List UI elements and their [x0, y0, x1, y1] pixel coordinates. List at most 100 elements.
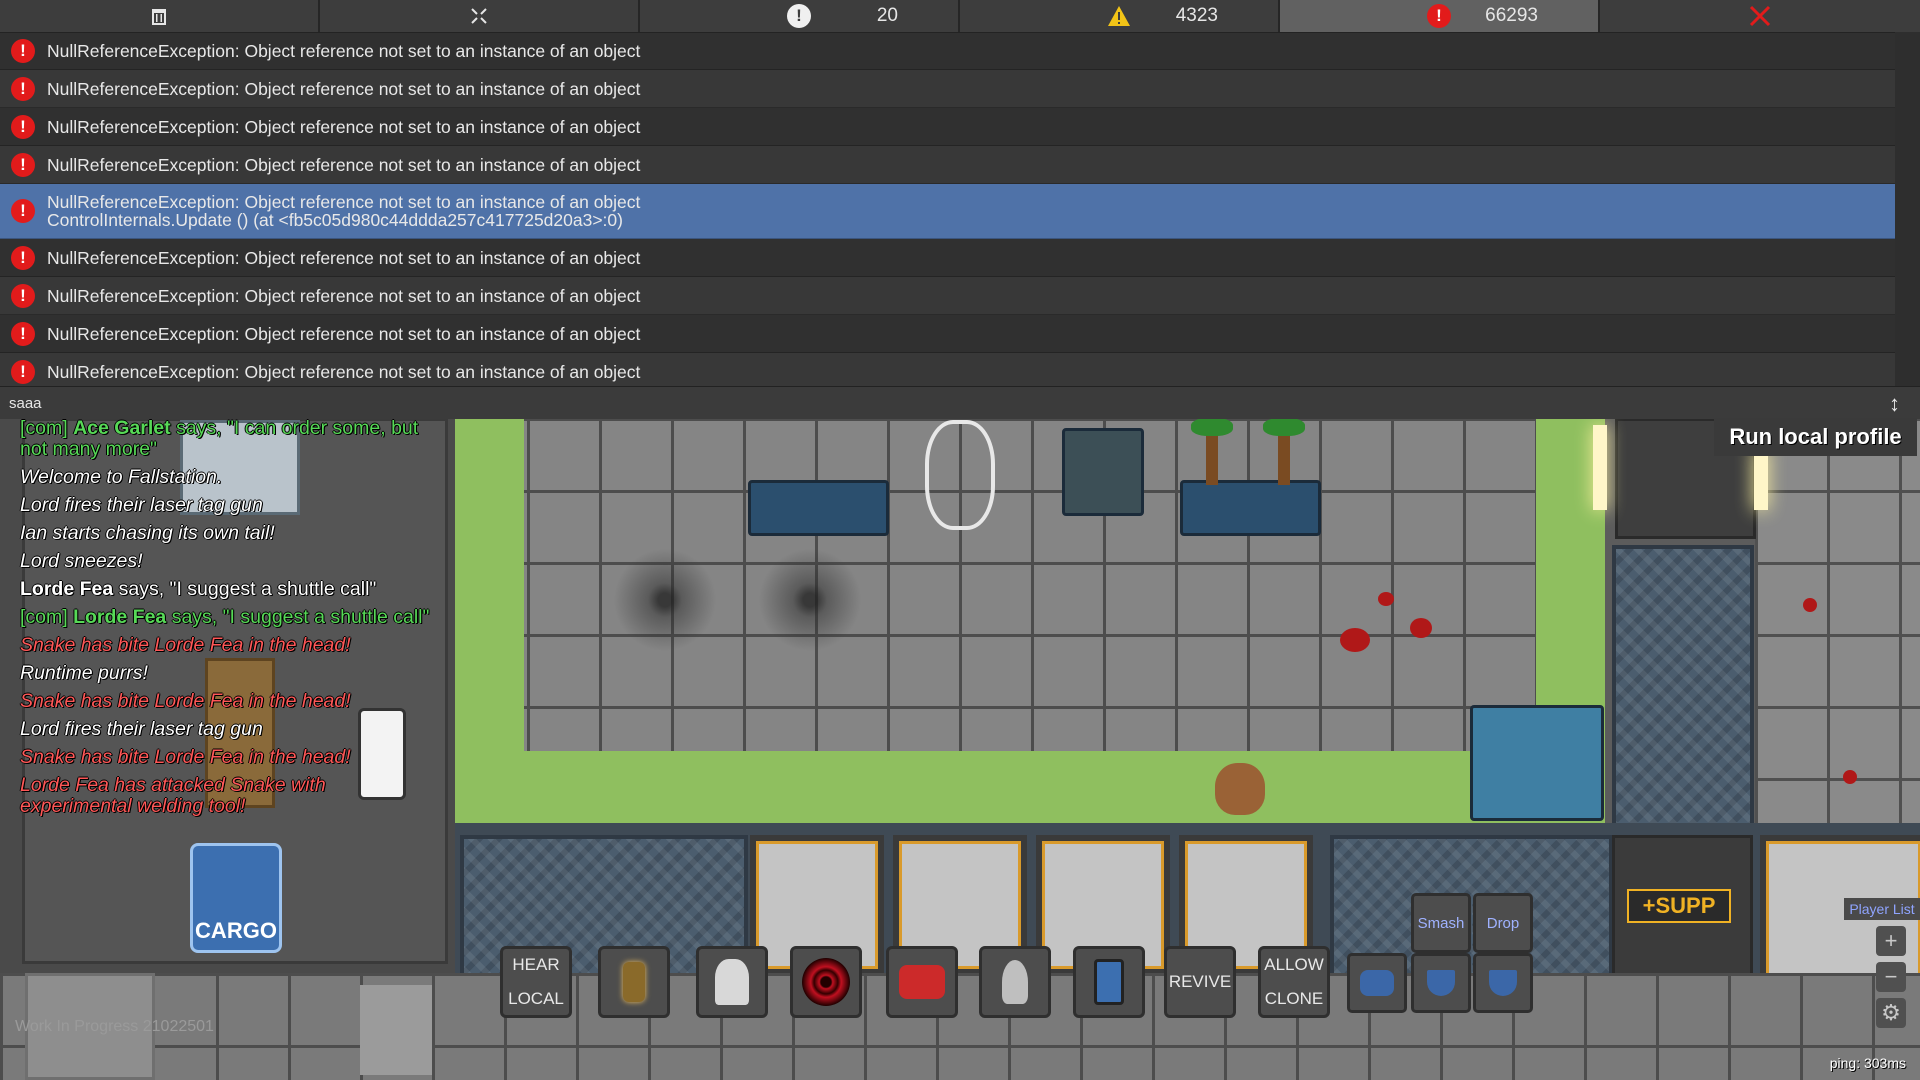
chat-message: Ian starts chasing its own tail! — [20, 522, 275, 544]
cargo-sign-label: CARGO — [195, 918, 277, 943]
blood-splatter — [1803, 598, 1817, 612]
blood-splatter — [1340, 628, 1370, 652]
log-entry[interactable]: ! NullReferenceException: Object referen… — [0, 353, 1895, 386]
chat-message: Runtime purrs! — [20, 662, 148, 684]
clown-icon — [715, 959, 749, 1005]
chat-speaker: Lorde Fea — [20, 578, 114, 600]
error-icon: ! — [11, 199, 35, 223]
chat-message: Welcome to Fallstation. — [20, 466, 223, 488]
error-icon: ! — [11, 245, 35, 270]
pda-action-slot[interactable] — [1073, 946, 1145, 1018]
wall-light — [1593, 425, 1607, 510]
log-entry[interactable]: ! NullReferenceException: Object referen… — [0, 315, 1895, 353]
console-command-input[interactable]: saaa ↕ — [0, 386, 1920, 419]
chat-speaker: Ace Garlet — [73, 417, 171, 439]
log-entry-text: NullReferenceException: Object reference… — [47, 285, 641, 306]
log-entry-selected[interactable]: ! NullReferenceException: Object referen… — [0, 184, 1895, 239]
clear-button[interactable] — [0, 0, 320, 32]
right-floor — [1755, 418, 1920, 838]
warning-count: 4323 — [1175, 5, 1218, 26]
left-hand-slot[interactable] — [1411, 953, 1471, 1013]
log-entry-text: NullReferenceException: Object reference… — [47, 116, 641, 137]
error-icon: ! — [11, 359, 35, 384]
console-input-value: saaa — [9, 394, 42, 412]
console-scrollbar[interactable] — [1895, 32, 1920, 386]
plant-leaves — [1191, 418, 1233, 436]
hand-icon — [1360, 970, 1394, 996]
error-filter-toggle[interactable]: ! 66293 — [1280, 0, 1600, 32]
revive-button[interactable]: REVIVE — [1164, 946, 1236, 1018]
clown-icon — [899, 965, 945, 999]
settings-button[interactable]: ⚙ — [1876, 998, 1906, 1028]
cryo-machine[interactable] — [748, 480, 889, 536]
chat-message: Lord fires their laser tag gun — [20, 494, 263, 516]
hydroponics-tray[interactable] — [1180, 480, 1321, 536]
log-entry[interactable]: ! NullReferenceException: Object referen… — [0, 277, 1895, 315]
error-icon: ! — [11, 114, 35, 139]
green-floor-bottom — [455, 751, 1605, 823]
sleeper-machine[interactable] — [1470, 705, 1604, 821]
gear-icon: ⚙ — [1881, 1000, 1901, 1025]
resize-vertical-icon[interactable]: ↕ — [1889, 391, 1900, 417]
blood-splatter — [1843, 770, 1857, 784]
chat-message: Snake has bite Lorde Fea in the head! — [20, 746, 351, 768]
warning-icon — [1108, 6, 1130, 26]
hand-slot[interactable] — [1347, 953, 1407, 1013]
log-entry[interactable]: ! NullReferenceException: Object referen… — [0, 239, 1895, 277]
player-list-button[interactable]: Player List — [1844, 898, 1920, 920]
vortex-action-slot[interactable] — [790, 946, 862, 1018]
log-entry[interactable]: ! NullReferenceException: Object referen… — [0, 70, 1895, 108]
chat-message: [com] Ace Garlet says, "I can order some… — [20, 417, 419, 460]
bottom-floor — [0, 973, 1920, 1080]
close-console-button[interactable] — [1600, 0, 1920, 32]
log-entry-text: NullReferenceException: Object reference… — [47, 154, 641, 175]
hand-icon — [1489, 970, 1517, 996]
pda-icon — [1094, 959, 1124, 1005]
right-hand-slot[interactable] — [1473, 953, 1533, 1013]
collapse-arrows-icon — [471, 8, 487, 24]
log-entry[interactable]: ! NullReferenceException: Object referen… — [0, 146, 1895, 184]
scorch-mark — [600, 545, 730, 655]
minus-icon: − — [1884, 964, 1898, 989]
log-filter-toggle[interactable]: ! 20 — [640, 0, 960, 32]
chat-log: [com] Ace Garlet says, "I can order some… — [20, 418, 440, 824]
hear-local-button[interactable]: HEAR LOCAL — [500, 946, 572, 1018]
zoom-in-button[interactable]: + — [1876, 926, 1906, 956]
error-icon: ! — [11, 38, 35, 63]
log-entry-text: NullReferenceException: Object reference… — [47, 40, 641, 61]
chat-message: Lord fires their laser tag gun — [20, 718, 263, 740]
collapse-button[interactable] — [320, 0, 640, 32]
chat-message: Snake has bite Lorde Fea in the head! — [20, 690, 351, 712]
ghost-action-slot[interactable] — [979, 946, 1051, 1018]
log-entry[interactable]: ! NullReferenceException: Object referen… — [0, 108, 1895, 146]
chat-message: [com] Lorde Fea says, "I suggest a shutt… — [20, 606, 430, 628]
cargo-sign: CARGO — [190, 843, 282, 953]
chat-message: Lorde Fea has attacked Snake with experi… — [20, 774, 326, 817]
blood-splatter — [1378, 592, 1394, 606]
reinforced-floor — [1612, 545, 1754, 833]
chicken-sprite[interactable] — [1215, 763, 1265, 815]
locker-machine[interactable] — [1062, 428, 1144, 516]
log-entry[interactable]: ! NullReferenceException: Object referen… — [0, 32, 1895, 70]
supply-sign: +SUPP — [1627, 889, 1731, 923]
ghost-clown-action-slot[interactable] — [696, 946, 768, 1018]
lantern-icon — [623, 962, 645, 1002]
lantern-action-slot[interactable] — [598, 946, 670, 1018]
scorch-mark — [745, 545, 875, 655]
clown-action-slot[interactable] — [886, 946, 958, 1018]
log-entry-text: NullReferenceException: Object reference… — [47, 192, 641, 212]
warning-filter-toggle[interactable]: 4323 — [960, 0, 1280, 32]
run-local-profile-button[interactable]: Run local profile — [1714, 418, 1917, 456]
ghost-icon — [1002, 960, 1028, 1004]
skeleton-sprite[interactable] — [925, 420, 995, 530]
zoom-out-button[interactable]: − — [1876, 962, 1906, 992]
smash-button[interactable]: Smash — [1411, 893, 1471, 953]
error-icon: ! — [11, 76, 35, 101]
log-entry-text: NullReferenceException: Object reference… — [47, 78, 641, 99]
blood-splatter — [1410, 618, 1432, 638]
wall-light — [1754, 448, 1768, 510]
drop-button[interactable]: Drop — [1473, 893, 1533, 953]
console-log-list[interactable]: ! NullReferenceException: Object referen… — [0, 32, 1895, 386]
allow-clone-button[interactable]: ALLOW CLONE — [1258, 946, 1330, 1018]
plant-leaves — [1263, 418, 1305, 436]
